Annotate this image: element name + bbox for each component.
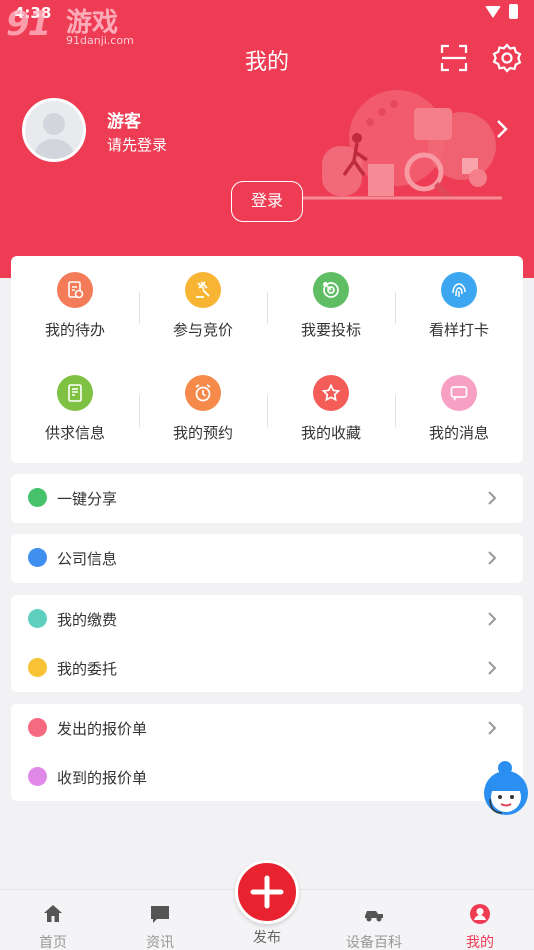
plus-icon <box>250 875 284 909</box>
wifi-icon <box>485 5 501 18</box>
menu-card-share: 一键分享 <box>11 474 523 523</box>
menu-item-quotes-received[interactable]: 收到的报价单 <box>11 753 523 801</box>
grid-item-favorites[interactable]: 我的收藏 <box>267 359 395 449</box>
feature-grid: 我的待办 参与竞价 我要投标 看样打卡 供求信息 我的预约 我的收藏 我的消息 <box>11 256 523 463</box>
avatar[interactable] <box>22 98 86 162</box>
alarm-clock-icon <box>185 375 221 411</box>
tab-label: 设备百科 <box>346 935 402 950</box>
tab-home[interactable]: 首页 <box>8 890 98 950</box>
customer-service-icon[interactable] <box>478 759 534 821</box>
menu-label: 发出的报价单 <box>57 720 148 738</box>
share-icon <box>28 488 47 507</box>
fingerprint-icon <box>441 272 477 308</box>
username: 游客 <box>107 112 141 132</box>
publish-button[interactable] <box>235 860 299 924</box>
grid-item-todo[interactable]: 我的待办 <box>11 256 139 346</box>
grid-label: 我的消息 <box>428 424 489 442</box>
grid-label: 我的待办 <box>44 321 105 339</box>
grid-item-messages[interactable]: 我的消息 <box>395 359 523 449</box>
login-button[interactable]: 登录 <box>231 181 303 222</box>
grid-label: 看样打卡 <box>428 321 489 339</box>
tab-label: 我的 <box>466 935 494 950</box>
battery-icon <box>509 4 518 19</box>
menu-item-company[interactable]: 公司信息 <box>11 534 523 582</box>
company-icon <box>28 548 47 567</box>
menu-item-fees[interactable]: 我的缴费 <box>11 595 523 643</box>
grid-label: 供求信息 <box>44 424 105 442</box>
login-hint[interactable]: 请先登录 <box>107 134 167 155</box>
watermark-logo: 91 <box>6 4 51 44</box>
chevron-right-icon <box>488 551 497 565</box>
chevron-right-icon <box>488 721 497 735</box>
entrust-icon <box>28 658 47 677</box>
profile-header: 4:38 91 游戏 91danji.com 我的 游客 请先登录 登录 <box>0 0 534 278</box>
auction-hammer-icon <box>185 272 221 308</box>
quote-sent-icon <box>28 718 47 737</box>
todo-icon <box>57 272 93 308</box>
tab-label: 首页 <box>39 935 67 950</box>
menu-item-entrust[interactable]: 我的委托 <box>11 644 523 692</box>
vehicle-icon <box>365 911 383 922</box>
tab-label: 资讯 <box>146 935 174 950</box>
menu-card-quotes: 发出的报价单 收到的报价单 <box>11 704 523 801</box>
chevron-right-icon <box>488 661 497 675</box>
home-icon <box>44 905 62 922</box>
menu-label: 我的缴费 <box>57 611 118 629</box>
grid-item-supply-demand[interactable]: 供求信息 <box>11 359 139 449</box>
payment-icon <box>28 609 47 628</box>
chevron-right-icon <box>488 491 497 505</box>
chevron-right-icon <box>488 612 497 626</box>
user-icon <box>470 904 490 924</box>
grid-label: 我要投标 <box>300 321 361 339</box>
menu-label: 公司信息 <box>57 550 118 568</box>
menu-card-company: 公司信息 <box>11 534 523 583</box>
gear-icon[interactable] <box>491 42 523 74</box>
grid-item-appointment[interactable]: 我的预约 <box>139 359 267 449</box>
tab-equipment[interactable]: 设备百科 <box>329 890 419 950</box>
tab-news[interactable]: 资讯 <box>115 890 205 950</box>
grid-item-bidding[interactable]: 参与竞价 <box>139 256 267 346</box>
default-avatar-icon <box>33 113 75 159</box>
tab-mine[interactable]: 我的 <box>435 890 525 950</box>
menu-card-payments: 我的缴费 我的委托 <box>11 595 523 692</box>
grid-item-checkin[interactable]: 看样打卡 <box>395 256 523 346</box>
scan-icon[interactable] <box>440 44 468 72</box>
star-icon <box>313 375 349 411</box>
target-icon <box>313 272 349 308</box>
menu-label: 一键分享 <box>57 490 118 508</box>
grid-label: 参与竞价 <box>172 321 233 339</box>
menu-item-share[interactable]: 一键分享 <box>11 474 523 522</box>
menu-label: 我的委托 <box>57 660 118 678</box>
menu-item-quotes-sent[interactable]: 发出的报价单 <box>11 704 523 752</box>
document-icon <box>57 375 93 411</box>
tab-publish-label: 发布 <box>253 930 281 946</box>
grid-label: 我的收藏 <box>300 424 361 442</box>
menu-label: 收到的报价单 <box>57 769 148 787</box>
quote-received-icon <box>28 767 47 786</box>
header-illustration <box>302 90 502 201</box>
news-icon <box>151 906 169 923</box>
status-icons <box>485 4 518 19</box>
grid-item-tender[interactable]: 我要投标 <box>267 256 395 346</box>
message-icon <box>441 375 477 411</box>
grid-label: 我的预约 <box>172 424 233 442</box>
